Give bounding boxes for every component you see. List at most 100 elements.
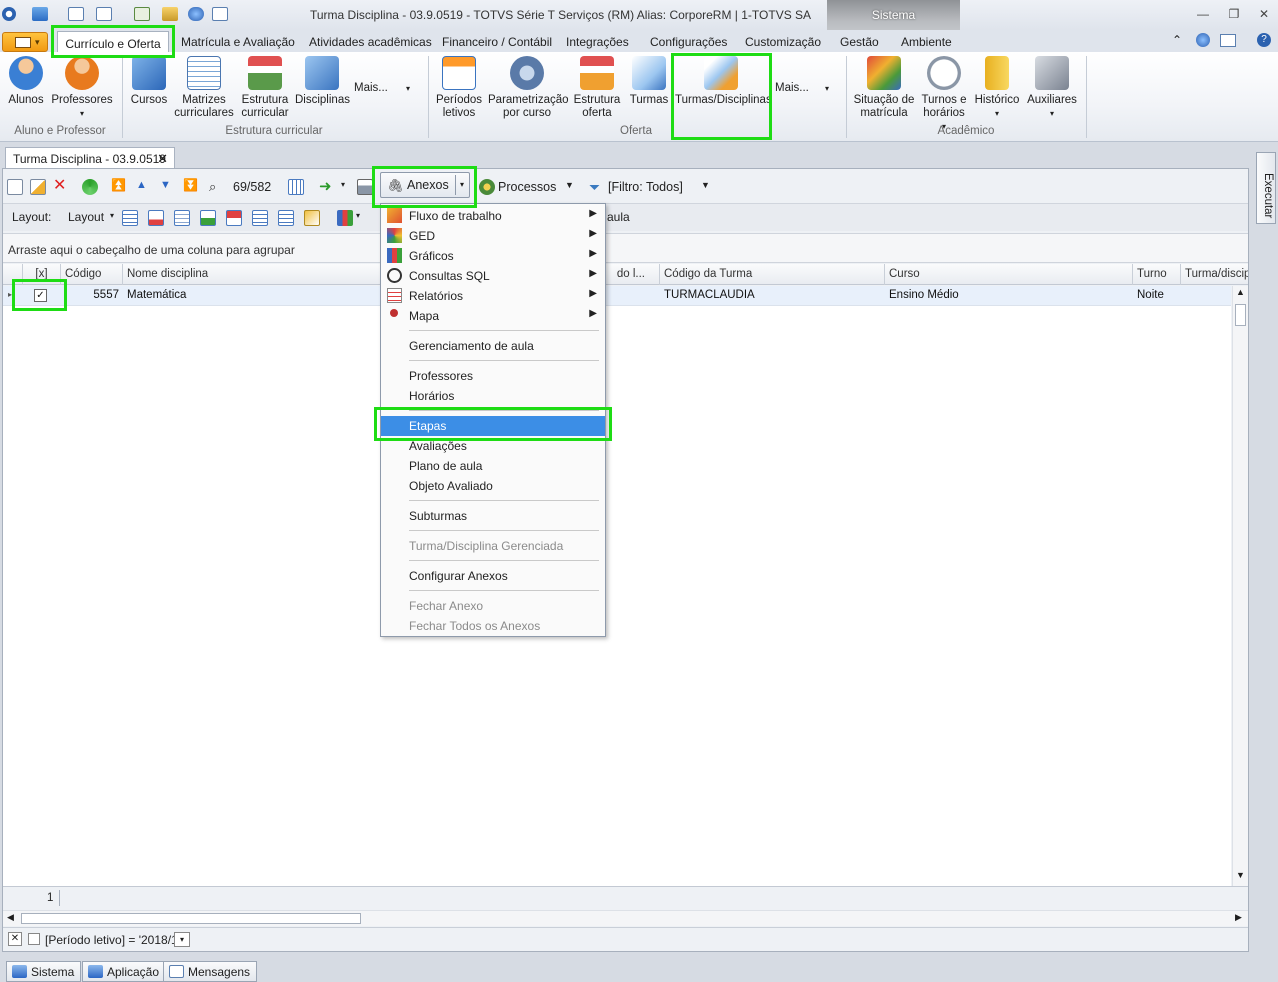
status-sistema-button[interactable]: Sistema	[6, 961, 82, 982]
disciplinas-button[interactable]: Disciplinas	[295, 56, 350, 107]
processos-dropdown-icon[interactable]: ▼	[565, 180, 574, 190]
vertical-scrollbar[interactable]: ▲ ▼	[1232, 286, 1248, 886]
first-record-icon[interactable]: ⏫	[111, 178, 127, 194]
column-header-turma-disciplina[interactable]: Turma/discipl	[1181, 264, 1248, 285]
grid-remove-icon[interactable]	[148, 210, 164, 226]
auxiliares-button[interactable]: Auxiliares ▾	[1026, 56, 1078, 120]
column-header-nome[interactable]: Nome disciplina	[123, 264, 383, 285]
row-checkbox[interactable]: ✓	[34, 289, 47, 302]
executar-side-button[interactable]: Executar	[1256, 152, 1276, 224]
tab-customizacao[interactable]: Customização	[745, 35, 821, 49]
scroll-right-icon[interactable]: ▶	[1235, 912, 1242, 923]
turmas-button[interactable]: Turmas	[627, 56, 671, 107]
filter-expression[interactable]: [Período letivo] = '2018/1'	[45, 933, 180, 947]
filter-dropdown-icon[interactable]: ▾	[174, 932, 190, 947]
menu-item-mapa[interactable]: Mapa ▶	[381, 306, 605, 326]
status-mensagens-button[interactable]: Mensagens	[163, 961, 258, 982]
chart-icon[interactable]	[337, 210, 353, 226]
scroll-left-icon[interactable]: ◀	[7, 912, 14, 923]
window-icon[interactable]	[68, 7, 84, 21]
help-icon[interactable]: ?	[1257, 33, 1271, 47]
clear-filter-icon[interactable]: ✕	[8, 932, 22, 946]
delete-icon[interactable]: ✕	[53, 178, 69, 194]
help-globe-icon[interactable]	[1196, 33, 1210, 47]
menu-item-etapas[interactable]: Etapas	[381, 416, 605, 436]
filter-button[interactable]: [Filtro: Todos]	[608, 180, 683, 194]
print-icon[interactable]	[357, 179, 373, 195]
group-icon[interactable]	[252, 210, 268, 226]
close-window-button[interactable]: ✕	[1257, 7, 1271, 21]
anexos-dropdown-icon[interactable]: ▾	[455, 175, 468, 195]
oferta-mais-button[interactable]: Mais... ▾	[775, 82, 835, 95]
grid-icon[interactable]	[288, 179, 304, 195]
import-layout-icon[interactable]	[200, 210, 216, 226]
menu-item-ged[interactable]: GED ▶	[381, 226, 605, 246]
grid-layout-icon[interactable]	[122, 210, 138, 226]
truncated-toolbar-text[interactable]: aula	[607, 210, 630, 224]
menu-item-relatorios[interactable]: Relatórios ▶	[381, 286, 605, 306]
edit-icon[interactable]	[30, 179, 46, 195]
periodos-letivos-button[interactable]: Períodos letivos	[433, 56, 485, 120]
processos-button[interactable]: Processos	[498, 180, 556, 194]
layout-button[interactable]: Layout	[68, 210, 104, 224]
export-icon[interactable]	[134, 7, 150, 21]
tab-curriculo-oferta[interactable]: Currículo e Oferta	[57, 31, 169, 53]
tab-gestao[interactable]: Gestão	[840, 35, 879, 49]
menu-item-avaliacoes[interactable]: Avaliações	[381, 436, 605, 456]
tab-atividades[interactable]: Atividades acadêmicas	[309, 35, 432, 49]
filter-icon[interactable]: ⏷	[589, 179, 605, 195]
column-header-turno[interactable]: Turno	[1133, 264, 1181, 285]
tools-icon[interactable]	[162, 7, 178, 21]
scroll-up-icon[interactable]: ▲	[1236, 287, 1245, 297]
menu-item-plano-aula[interactable]: Plano de aula	[381, 456, 605, 476]
menu-item-objeto-avaliado[interactable]: Objeto Avaliado	[381, 476, 605, 496]
column-header-codigo[interactable]: Código	[61, 264, 123, 285]
column-header-check[interactable]: [x]	[23, 264, 61, 285]
last-record-icon[interactable]: ⏬	[183, 178, 199, 194]
tab-ambiente[interactable]: Ambiente	[901, 35, 952, 49]
matrizes-button[interactable]: Matrizes curriculares	[174, 56, 234, 120]
anexos-button[interactable]: 🖇 Anexos ▾	[380, 172, 470, 198]
estrutura-mais-button[interactable]: Mais... ▾	[354, 82, 414, 95]
sort-icon[interactable]	[278, 210, 294, 226]
world-icon[interactable]	[188, 7, 204, 21]
previous-record-icon[interactable]: ▲	[136, 179, 152, 195]
professores-button[interactable]: Professores ▾	[51, 56, 113, 120]
export-layout-icon[interactable]	[226, 210, 242, 226]
menu-item-consultas[interactable]: Consultas SQL ▶	[381, 266, 605, 286]
situacao-matricula-button[interactable]: Situação de matrícula	[852, 56, 916, 120]
group-by-area[interactable]: Arraste aqui o cabeçalho de uma coluna p…	[3, 233, 1248, 263]
minimize-button[interactable]: —	[1196, 7, 1210, 21]
layout-icon[interactable]	[96, 7, 112, 21]
historico-button[interactable]: Histórico ▾	[974, 56, 1020, 120]
scroll-down-icon[interactable]: ▼	[1236, 870, 1245, 880]
chart-dropdown-icon[interactable]: ▾	[356, 211, 360, 220]
filter-checkbox[interactable]	[28, 933, 40, 945]
estrutura-oferta-button[interactable]: Estrutura oferta	[570, 56, 624, 120]
scroll-thumb[interactable]	[1235, 304, 1246, 326]
estrutura-curricular-button[interactable]: Estrutura curricular	[238, 56, 292, 120]
turmas-disciplinas-button[interactable]: Turmas/Disciplinas	[675, 56, 772, 107]
menu-item-graficos[interactable]: Gráficos ▶	[381, 246, 605, 266]
binoculars-icon[interactable]: ⌕	[209, 179, 225, 195]
globe-icon[interactable]	[32, 7, 48, 21]
new-icon[interactable]	[7, 179, 23, 195]
filter-dropdown-icon[interactable]: ▼	[701, 180, 710, 190]
cursos-button[interactable]: Cursos	[127, 56, 171, 107]
status-aplicacao-button[interactable]: Aplicação	[82, 961, 167, 982]
menu-item-horarios[interactable]: Horários	[381, 386, 605, 406]
execute-arrow-icon[interactable]: ➜	[319, 179, 335, 195]
parametrizacao-button[interactable]: Parametrização por curso	[488, 56, 569, 120]
menu-item-professores[interactable]: Professores	[381, 366, 605, 386]
column-header-codigo-turma[interactable]: Código da Turma	[660, 264, 885, 285]
next-record-icon[interactable]: ▼	[160, 179, 176, 195]
collapse-ribbon-icon[interactable]: ⌃	[1172, 33, 1182, 47]
menu-item-gerenciamento[interactable]: Gerenciamento de aula	[381, 336, 605, 356]
table-row[interactable]: ▸ ✓ 5557 Matemática TURMACLAUDIA Ensino …	[3, 286, 1231, 306]
layout-dropdown-icon[interactable]: ▾	[110, 211, 114, 220]
tab-configuracoes[interactable]: Configurações	[650, 35, 727, 49]
menu-item-configurar-anexos[interactable]: Configurar Anexos	[381, 566, 605, 586]
columns-icon[interactable]	[174, 210, 190, 226]
tab-financeiro[interactable]: Financeiro / Contábil	[442, 35, 552, 49]
hscroll-thumb[interactable]	[21, 913, 361, 924]
